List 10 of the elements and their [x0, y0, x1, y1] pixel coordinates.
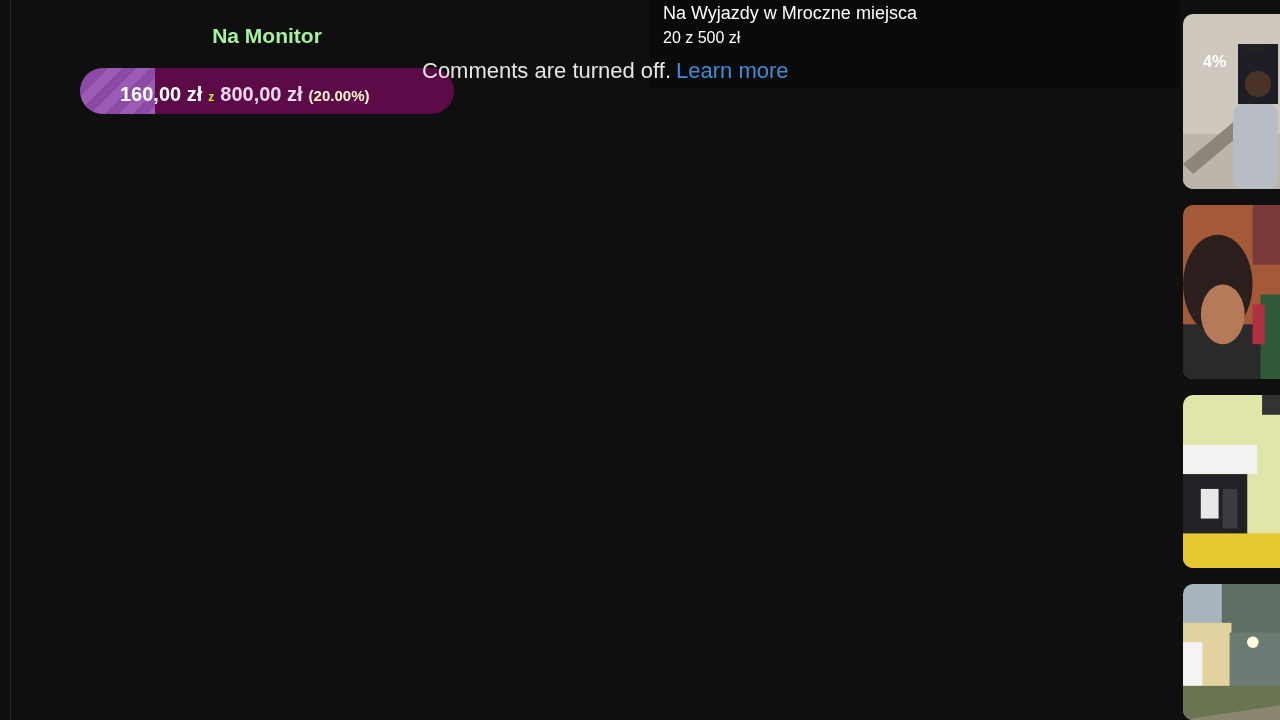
comments-message: Comments are turned off.: [422, 57, 672, 85]
learn-more-link[interactable]: Learn more: [676, 54, 789, 87]
percent-text: (20.00%): [308, 86, 370, 106]
raised-amount: 160,00 zł: [120, 82, 203, 107]
target-amount: 800,00 zł: [220, 82, 303, 107]
goal-title: Na Monitor: [212, 23, 322, 49]
separator-text: z: [208, 89, 215, 106]
goal-title: Na Wyjazdy w Mroczne miejsca: [663, 2, 917, 24]
goal-progress-text: 20 z 500 zł: [663, 28, 741, 48]
percent-label: 4%: [1203, 52, 1227, 72]
